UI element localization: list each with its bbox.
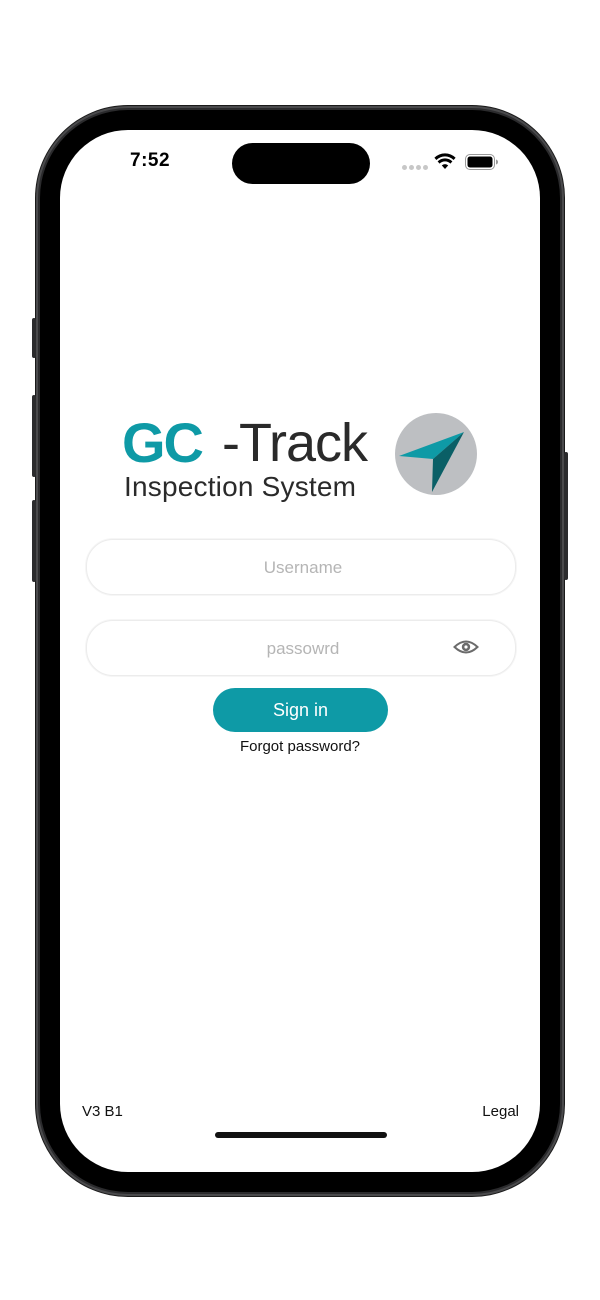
eye-icon[interactable] — [453, 637, 479, 657]
legal-link[interactable]: Legal — [482, 1103, 519, 1120]
forgot-password-link[interactable]: Forgot password? — [60, 738, 540, 755]
volume-up-button — [32, 395, 36, 477]
sign-in-button[interactable]: Sign in — [213, 688, 388, 732]
logo-brand-suffix: -Track — [222, 413, 368, 473]
navigation-arrow-icon — [395, 413, 477, 495]
dynamic-island — [232, 143, 370, 184]
status-time: 7:52 — [130, 150, 171, 171]
volume-down-button — [32, 500, 36, 582]
app-screenshot: 7:52 GC -Track Inspection System Usernam… — [0, 0, 600, 1300]
logo-subtitle: Inspection System — [124, 471, 357, 502]
home-indicator[interactable] — [215, 1132, 387, 1138]
password-field[interactable] — [86, 620, 519, 677]
wifi-icon — [434, 153, 456, 169]
action-button — [32, 318, 36, 358]
login-screen: 7:52 GC -Track Inspection System Usernam… — [60, 130, 540, 1172]
logo-brand-prefix: GC — [122, 411, 204, 474]
battery-icon — [465, 154, 498, 170]
version-label: V3 B1 — [82, 1103, 123, 1120]
username-field[interactable] — [86, 539, 519, 596]
username-input[interactable] — [87, 540, 519, 596]
cellular-signal-icon — [402, 165, 428, 171]
power-button — [564, 452, 568, 580]
